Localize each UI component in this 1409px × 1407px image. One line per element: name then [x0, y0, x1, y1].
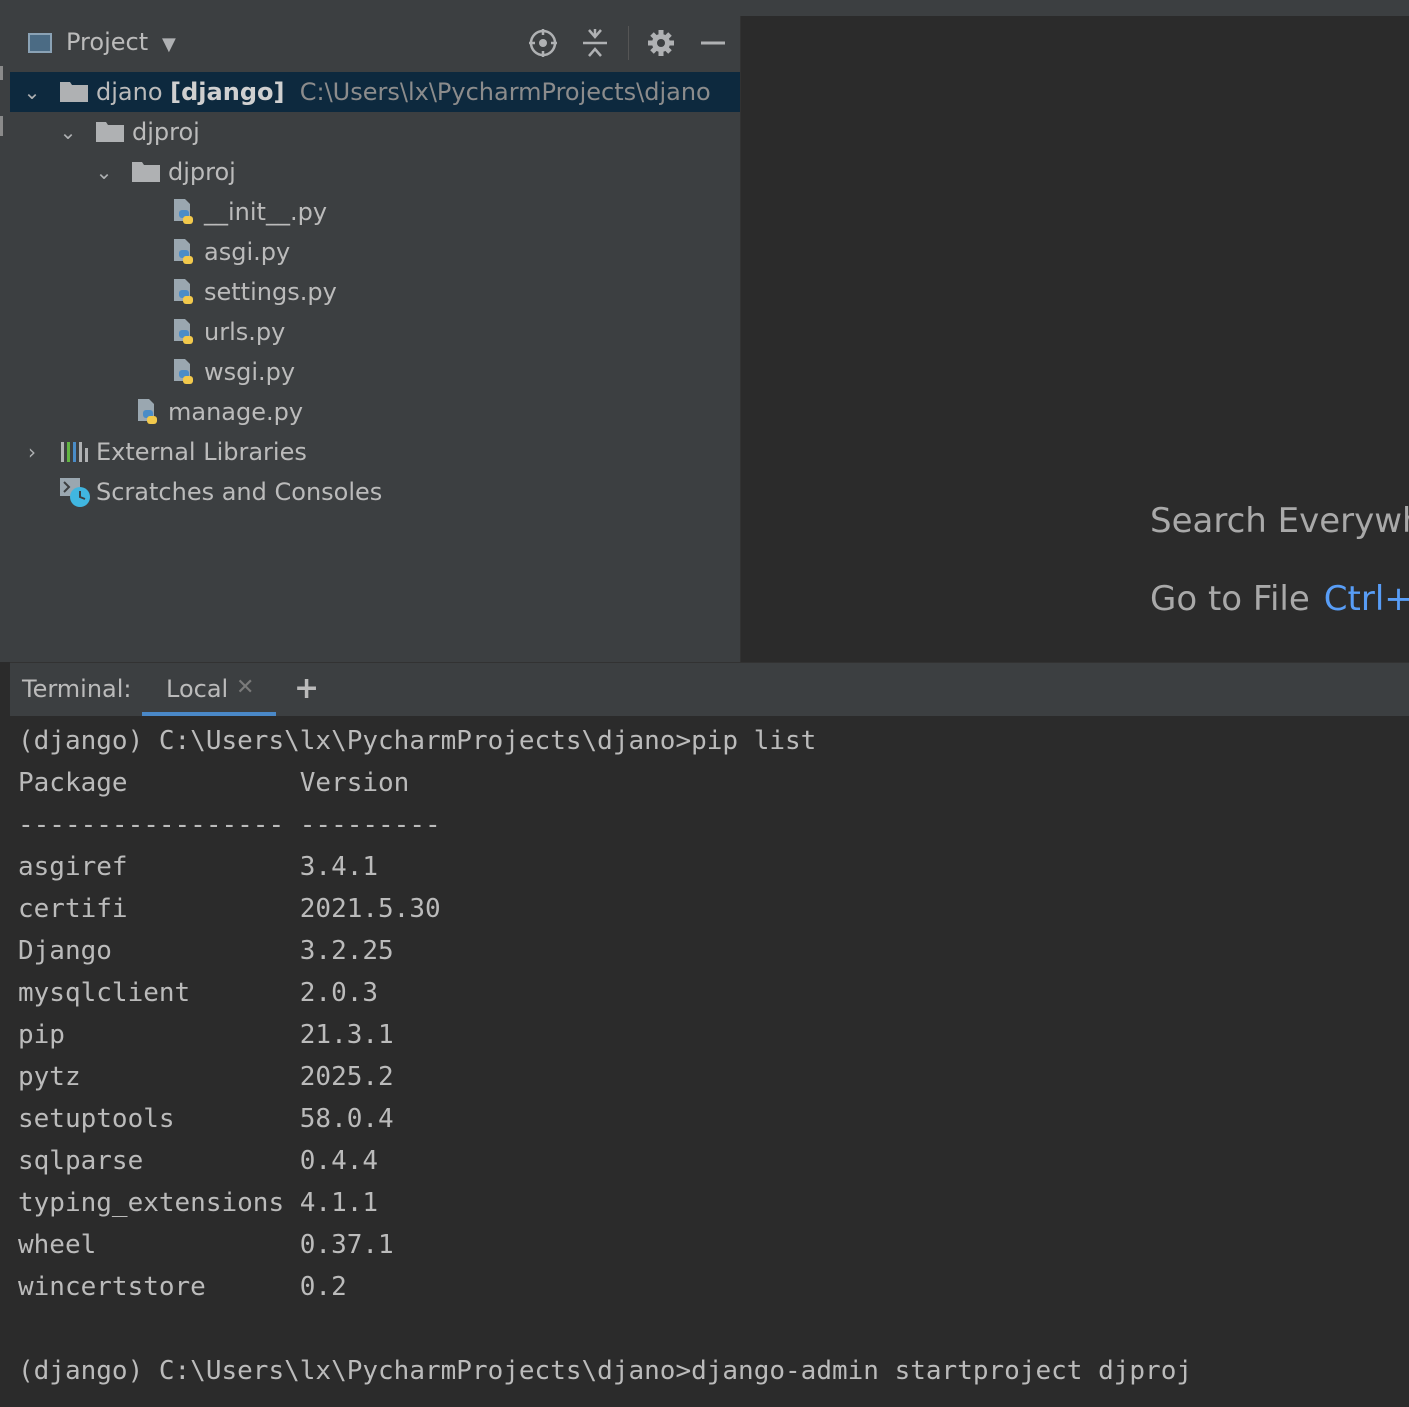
terminal-label: Terminal:: [22, 675, 132, 703]
terminal-command-line: (django) C:\Users\lx\PycharmProjects\dja…: [18, 1356, 1192, 1386]
chevron-down-icon[interactable]: ⌄: [94, 152, 114, 192]
terminal-package-line: wheel 0.37.1: [18, 1230, 394, 1260]
terminal-divider: ----------------- ---------: [18, 810, 441, 840]
tree-item-label: djano [django] C:\Users\lx\PycharmProjec…: [96, 78, 711, 106]
go-to-file-hint: Go to FileCtrl+S: [1150, 579, 1409, 619]
editor-empty-area[interactable]: Search Everywhe Go to FileCtrl+S: [741, 16, 1409, 662]
scratches-icon: [60, 478, 90, 507]
tree-item-file[interactable]: urls.py: [10, 312, 740, 352]
search-everywhere-hint: Search Everywhe: [1150, 501, 1409, 541]
tool-strip-marker: [0, 116, 3, 136]
project-panel-header: Project ▼: [10, 16, 740, 72]
title-bar: [0, 0, 1409, 17]
minimize-icon[interactable]: [696, 26, 730, 60]
terminal-package-line: sqlparse 0.4.4: [18, 1146, 379, 1176]
tree-item-label: settings.py: [204, 278, 337, 306]
terminal-package-line: wincertstore 0.2: [18, 1272, 347, 1302]
tree-item-file[interactable]: settings.py: [10, 272, 740, 312]
tool-strip-marker: [0, 66, 3, 80]
header-separator: [628, 26, 629, 60]
python-file-icon: [174, 239, 193, 264]
project-view-icon: [28, 33, 52, 53]
tree-item-label: urls.py: [204, 318, 286, 346]
tree-item-label: Scratches and Consoles: [96, 478, 383, 506]
tree-item-file[interactable]: __init__.py: [10, 192, 740, 232]
terminal-table-header: Package Version: [18, 768, 410, 798]
tree-item-label: manage.py: [168, 398, 304, 426]
project-view-title[interactable]: Project: [66, 28, 148, 56]
terminal-output[interactable]: (django) C:\Users\lx\PycharmProjects\dja…: [10, 716, 1409, 1407]
folder-icon: [60, 82, 88, 102]
tree-item-scratches[interactable]: Scratches and Consoles: [10, 472, 740, 512]
tree-item-label: djproj: [168, 158, 236, 186]
python-file-icon: [174, 279, 193, 304]
gear-icon[interactable]: [644, 26, 678, 60]
terminal-package-line: certifi 2021.5.30: [18, 894, 441, 924]
terminal-package-line: mysqlclient 2.0.3: [18, 978, 379, 1008]
tree-item-file[interactable]: manage.py: [10, 392, 740, 432]
project-panel: Project ▼ ⌄ djano [django] C:\Users\lx\P…: [10, 16, 741, 662]
tree-item-folder[interactable]: ⌄ djproj: [10, 152, 740, 192]
tree-item-folder[interactable]: ⌄ djproj: [10, 112, 740, 152]
python-file-icon: [174, 319, 193, 344]
new-tab-plus-icon[interactable]: +: [294, 671, 319, 706]
tree-item-file[interactable]: asgi.py: [10, 232, 740, 272]
chevron-down-icon[interactable]: ⌄: [22, 72, 42, 112]
tree-item-root[interactable]: ⌄ djano [django] C:\Users\lx\PycharmProj…: [10, 72, 740, 112]
chevron-right-icon[interactable]: ›: [22, 432, 42, 472]
tree-item-file[interactable]: wsgi.py: [10, 352, 740, 392]
tab-local[interactable]: Local ✕: [142, 663, 276, 717]
terminal-header: Terminal: Local ✕ +: [10, 662, 1409, 717]
terminal-package-line: asgiref 3.4.1: [18, 852, 379, 882]
shortcut-key: Ctrl+S: [1323, 579, 1409, 619]
terminal-package-line: pip 21.3.1: [18, 1020, 394, 1050]
chevron-down-icon[interactable]: ⌄: [58, 112, 78, 152]
folder-icon: [96, 122, 124, 142]
terminal-package-line: typing_extensions 4.1.1: [18, 1188, 379, 1218]
library-icon: [61, 442, 88, 462]
terminal-command-line: (django) C:\Users\lx\PycharmProjects\dja…: [18, 726, 817, 756]
chevron-down-icon[interactable]: ▼: [162, 34, 176, 55]
python-file-icon: [174, 199, 193, 224]
tree-item-label: __init__.py: [204, 198, 328, 226]
tree-item-label: djproj: [132, 118, 200, 146]
terminal-package-line: Django 3.2.25: [18, 936, 394, 966]
collapse-all-icon[interactable]: [578, 26, 612, 60]
tree-item-external-libraries[interactable]: › External Libraries: [10, 432, 740, 472]
terminal-package-line: setuptools 58.0.4: [18, 1104, 394, 1134]
project-tree: ⌄ djano [django] C:\Users\lx\PycharmProj…: [10, 72, 740, 512]
tab-label: Local: [166, 675, 229, 703]
terminal-package-line: pytz 2025.2: [18, 1062, 394, 1092]
folder-icon: [132, 162, 160, 182]
python-file-icon: [174, 359, 193, 384]
locate-icon[interactable]: [526, 26, 560, 60]
tree-item-label: External Libraries: [96, 438, 307, 466]
python-file-icon: [138, 399, 157, 424]
close-icon[interactable]: ✕: [236, 675, 254, 700]
tree-item-label: asgi.py: [204, 238, 291, 266]
tree-item-label: wsgi.py: [204, 358, 296, 386]
